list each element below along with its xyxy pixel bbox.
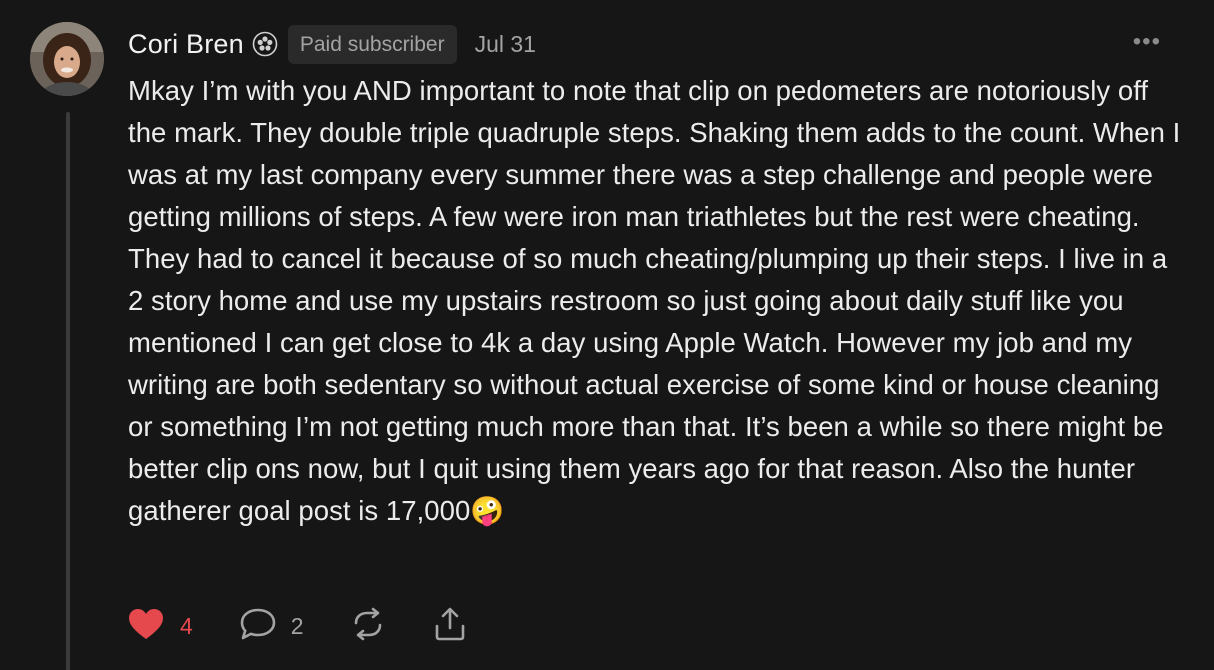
restack-button[interactable] bbox=[350, 607, 386, 646]
share-icon bbox=[432, 606, 468, 647]
comment-date[interactable]: Jul 31 bbox=[475, 31, 536, 58]
speech-bubble-icon bbox=[239, 607, 277, 646]
subscriber-badge: Paid subscriber bbox=[287, 24, 457, 64]
like-button[interactable]: 4 bbox=[128, 608, 193, 645]
comment-header: Cori Bren Paid subscriber Jul 31 bbox=[128, 22, 1188, 66]
comment-body: Mkay I’m with you AND important to note … bbox=[128, 75, 1181, 526]
like-count: 4 bbox=[180, 612, 193, 639]
more-options-icon[interactable]: ••• bbox=[1133, 30, 1161, 54]
reply-button[interactable]: 2 bbox=[239, 607, 304, 646]
share-button[interactable] bbox=[432, 606, 468, 647]
founding-subscriber-badge-icon bbox=[252, 31, 278, 57]
restack-icon bbox=[350, 607, 386, 646]
avatar[interactable] bbox=[30, 22, 104, 96]
comment-actions: 4 2 bbox=[128, 606, 468, 647]
heart-icon bbox=[128, 608, 164, 645]
thread-line bbox=[66, 112, 70, 670]
reply-count: 2 bbox=[290, 612, 304, 639]
comment: Cori Bren Paid subscriber Jul 31 ••• Mka… bbox=[128, 22, 1188, 640]
author-name[interactable]: Cori Bren bbox=[128, 29, 244, 60]
avatar-photo bbox=[30, 22, 104, 96]
